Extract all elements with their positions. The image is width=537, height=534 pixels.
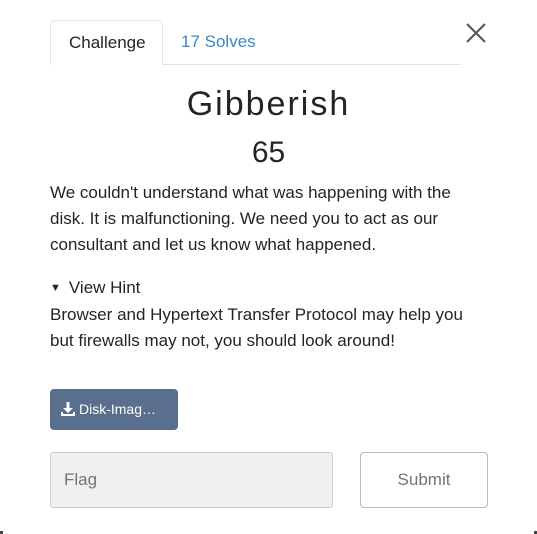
view-hint-label: View Hint	[68, 278, 141, 297]
file-download-button[interactable]: Disk-Imag…	[50, 389, 178, 430]
tab-challenge[interactable]: Challenge	[50, 20, 163, 65]
challenge-title: Gibberish	[186, 85, 351, 123]
view-hint-toggle[interactable]: ▼ View Hint	[50, 276, 140, 300]
tab-bar: Challenge 17 Solves	[50, 20, 461, 65]
challenge-modal: Challenge 17 Solves Gibberish 65 We coul…	[0, 0, 537, 534]
hint-text: Browser and Hypertext Transfer Protocol …	[50, 305, 463, 350]
close-button[interactable]	[462, 19, 490, 47]
flag-input[interactable]	[50, 452, 333, 508]
submit-button[interactable]: Submit	[360, 452, 488, 508]
file-name-label: Disk-Imag…	[79, 401, 157, 417]
challenge-description: We couldn't understand what was happenin…	[50, 183, 451, 254]
close-icon	[466, 23, 486, 43]
tab-solves[interactable]: 17 Solves	[163, 20, 274, 64]
disclosure-triangle-icon: ▼	[50, 282, 61, 294]
challenge-points: 65	[251, 136, 286, 169]
download-icon	[60, 392, 76, 430]
